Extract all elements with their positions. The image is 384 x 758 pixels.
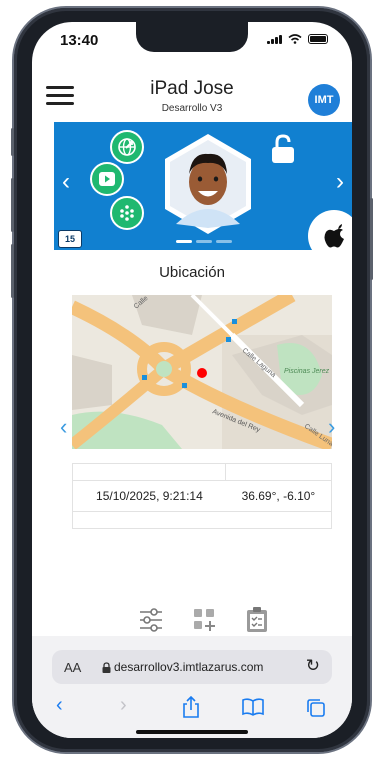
signal-icon [267, 34, 282, 44]
lock-icon [102, 662, 111, 673]
location-table: 15/10/2025, 9:21:14 36.69°, -6.10° [72, 463, 332, 529]
map-prev-icon[interactable]: ‹ [60, 414, 67, 440]
mute-switch [11, 128, 14, 156]
calendar-icon[interactable]: 15 [58, 230, 82, 248]
volume-up-button [11, 178, 14, 232]
back-icon[interactable]: ‹ [56, 694, 63, 717]
location-date: 15/10/2025, 9:21:14 [96, 489, 203, 503]
share-icon[interactable] [182, 696, 200, 718]
phone-screen: 13:40 iPad Jose Desarrollo V3 IMT ‹ › 15… [32, 22, 352, 738]
device-subtitle: Desarrollo V3 [161, 103, 223, 114]
user-avatar[interactable]: IMT [308, 84, 340, 116]
map-next-icon[interactable]: › [328, 414, 335, 440]
forward-icon[interactable]: › [120, 694, 127, 717]
wifi-icon [288, 34, 302, 44]
bookmarks-icon[interactable] [242, 698, 264, 716]
location-map[interactable]: Calle Calle Laguna Piscinas Jerez Avenid… [72, 295, 332, 449]
app-header: iPad Jose Desarrollo V3 IMT [32, 78, 352, 120]
add-widget-icon[interactable] [192, 606, 218, 634]
unlock-icon[interactable] [270, 134, 296, 164]
clipboard-check-icon[interactable] [244, 606, 270, 634]
chevron-right-icon[interactable]: › [336, 170, 344, 194]
home-indicator [136, 730, 248, 734]
map-tiles: Calle Calle Laguna Piscinas Jerez Avenid… [72, 295, 332, 449]
battery-icon [308, 34, 328, 44]
tabs-icon[interactable] [306, 698, 326, 718]
browser-chrome: AA desarrollov3.imtlazarus.com ↻ ‹ › [32, 636, 352, 738]
table-row: 15/10/2025, 9:21:14 36.69°, -6.10° [73, 481, 331, 512]
location-marker[interactable] [197, 368, 207, 378]
address-bar[interactable]: AA desarrollov3.imtlazarus.com ↻ [52, 650, 332, 684]
map-park-label: Piscinas Jerez [284, 368, 330, 375]
notch [136, 22, 248, 52]
device-banner: ‹ › 15 [54, 122, 352, 250]
text-size-button[interactable]: AA [64, 660, 81, 675]
device-title: iPad Jose [150, 78, 234, 99]
reload-icon[interactable]: ↻ [306, 656, 320, 676]
apple-logo-icon [308, 210, 352, 250]
location-coords: 36.69°, -6.10° [241, 489, 316, 503]
location-title: Ubicación [159, 264, 225, 281]
chevron-left-icon[interactable]: ‹ [62, 170, 70, 194]
volume-down-button [11, 244, 14, 298]
status-time: 13:40 [60, 32, 99, 49]
table-header [73, 464, 331, 481]
dots-app-icon[interactable] [110, 196, 144, 230]
play-app-icon[interactable] [90, 162, 124, 196]
browser-nav: ‹ › [32, 694, 352, 724]
sliders-icon[interactable] [138, 606, 164, 634]
power-button [370, 198, 373, 280]
carousel-dots [176, 240, 232, 243]
url-text: desarrollov3.imtlazarus.com [114, 660, 264, 674]
device-user-photo [165, 134, 251, 234]
status-icons [267, 34, 328, 44]
globe-app-icon[interactable] [110, 130, 144, 164]
